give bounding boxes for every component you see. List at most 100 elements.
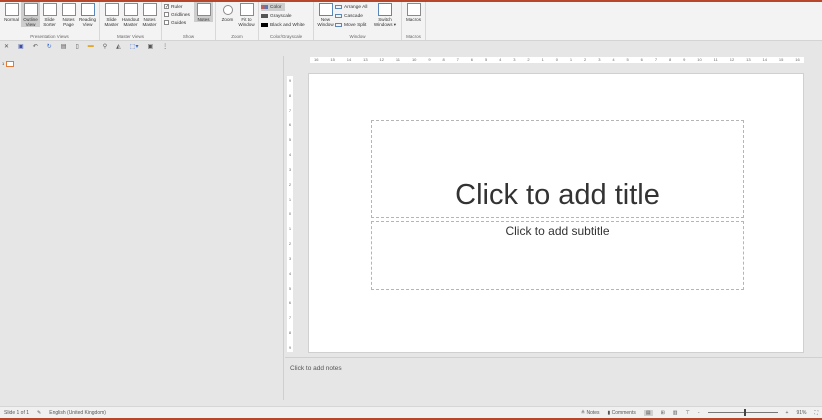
ruler-tick-label: 2	[288, 241, 292, 247]
group-label: Zoom	[231, 34, 243, 39]
ruler-checkbox[interactable]: ✓ Ruler	[164, 4, 194, 10]
label: Move Split	[344, 22, 367, 28]
undo-icon[interactable]: ↶	[33, 43, 38, 50]
ruler-tick-label: 4	[288, 270, 292, 276]
label: Comments	[611, 409, 636, 416]
ruler-tick-label: 13	[363, 57, 368, 62]
ruler-tick-label: 8	[288, 92, 292, 98]
quick-access-toolbar: ✕ ▣ ↶ ↻ ▤ ▯ ▬ ⚲ ◭ ⬚▾ ▣ ⋮	[4, 43, 168, 50]
color-button[interactable]: Color	[261, 3, 285, 11]
group-window: New Window Arrange All Cascade Move Spli…	[314, 2, 402, 40]
fit-to-window-button[interactable]: Fit to Window	[237, 2, 256, 27]
spellcheck-icon[interactable]: ✎	[37, 410, 41, 416]
ruler-tick-label: 4	[612, 57, 615, 62]
notes-page-icon	[61, 3, 76, 16]
notes-page-button[interactable]: Notes Page	[59, 2, 78, 27]
open-icon[interactable]: ▬	[88, 43, 94, 50]
present-icon[interactable]: ▤	[61, 43, 67, 50]
notes-master-icon	[142, 3, 157, 16]
zoom-level[interactable]: 91%	[796, 410, 806, 416]
switch-windows-button[interactable]: Switch Windows ▾	[371, 2, 399, 27]
group-show: ✓ Ruler Gridlines Guides Notes Show	[162, 2, 216, 40]
ruler-tick-label: 15	[330, 57, 335, 62]
comments-button[interactable]: ▮ Comments	[608, 410, 636, 416]
new-window-icon	[318, 3, 333, 16]
notes-icon	[196, 3, 211, 16]
grayscale-button[interactable]: Grayscale	[261, 12, 311, 20]
color-icon	[261, 5, 268, 9]
slide-counter: Slide 1 of 1	[4, 409, 30, 416]
redo-icon[interactable]: ↻	[47, 43, 52, 50]
black-white-button[interactable]: Black and White	[261, 21, 311, 29]
horizontal-ruler: 16 15 14 13 12 11 10 9 8 7 6 5 4 3 2 1 0 1 2 3 4 5 6 7 8 9 10 11 12 1…	[310, 57, 804, 63]
label: Notes	[197, 17, 210, 22]
notes-pane[interactable]: Click to add notes	[285, 357, 822, 400]
reading-view-button[interactable]: Reading View	[78, 2, 97, 27]
slide-sorter-button[interactable]: Slide Sorter	[40, 2, 59, 27]
notes-toggle-button[interactable]: Notes	[194, 2, 213, 23]
notes-master-button[interactable]: Notes Master	[140, 2, 159, 27]
label: Ruler	[171, 4, 183, 10]
ruler-tick-label: 12	[729, 57, 735, 62]
language-indicator[interactable]: English (United Kingdom)	[49, 410, 106, 416]
normal-view-button[interactable]: Normal	[2, 2, 21, 22]
link-icon[interactable]: ⚲	[103, 43, 107, 50]
label: Cascade	[344, 13, 363, 19]
slideshow-status-icon[interactable]: ⊤	[686, 410, 690, 416]
cascade-button[interactable]: Cascade	[335, 12, 371, 20]
label: Arrange All	[344, 4, 368, 10]
ruler-tick-label: 3	[513, 57, 516, 62]
gridlines-checkbox[interactable]: Gridlines	[164, 11, 194, 18]
label: New Window	[317, 17, 334, 28]
ruler-tick-label: 14	[762, 57, 767, 62]
group-label: Show	[182, 34, 195, 39]
black-white-icon	[261, 23, 268, 27]
new-window-button[interactable]: New Window	[316, 2, 335, 27]
normal-view-status-icon[interactable]: ▤	[643, 409, 653, 416]
ruler-tick-label: 5	[626, 57, 629, 62]
handout-master-button[interactable]: Handout Master	[121, 2, 140, 27]
ruler-tick-label: 11	[713, 57, 718, 62]
label: Zoom	[221, 17, 234, 22]
group-color-grayscale: Color Grayscale Black and White Color/Gr…	[259, 2, 314, 40]
zoom-slider-thumb[interactable]	[743, 409, 746, 416]
move-split-button[interactable]: Move Split	[335, 21, 371, 29]
new-icon[interactable]: ▯	[75, 43, 78, 50]
macros-button[interactable]: Macros	[404, 2, 423, 22]
zoom-in-button[interactable]: +	[786, 410, 789, 416]
fit-slide-icon[interactable]: ⛶	[814, 410, 818, 416]
zoom-out-button[interactable]: -	[698, 410, 700, 416]
label: Outline View	[23, 17, 38, 28]
subtitle-placeholder[interactable]: Click to add subtitle	[371, 221, 744, 290]
ruler-tick-label: 3	[288, 166, 292, 172]
switch-windows-icon	[378, 3, 392, 16]
screenshot-icon[interactable]: ⬚▾	[130, 43, 139, 50]
label: Notes	[586, 409, 600, 416]
ruler-tick-label: 1	[288, 196, 292, 202]
reading-view-status-icon[interactable]: ▥	[673, 410, 678, 416]
close-icon[interactable]: ✕	[4, 43, 9, 50]
more-icon[interactable]: ⋮	[162, 43, 168, 50]
outline-view-button[interactable]: Outline View	[21, 2, 40, 28]
outline-view-icon	[23, 3, 38, 16]
status-bar: Slide 1 of 1 ✎ English (United Kingdom) …	[0, 406, 822, 418]
save-icon[interactable]: ▣	[18, 43, 24, 50]
zoom-slider[interactable]	[707, 409, 778, 416]
ruler-tick-label: 7	[288, 107, 292, 113]
notes-button[interactable]: ≜ Notes	[581, 410, 600, 416]
label: Slide Master	[104, 17, 119, 28]
slide-thumbnail[interactable]	[6, 61, 14, 67]
guides-checkbox[interactable]: Guides	[164, 19, 194, 25]
ruler-tick-label: 8	[442, 57, 445, 62]
shapes-icon[interactable]: ◭	[116, 43, 121, 50]
normal-view-icon	[4, 3, 19, 16]
title-placeholder[interactable]: Click to add title	[371, 120, 744, 218]
zoom-button[interactable]: Zoom	[218, 2, 237, 22]
ruler-tick-label: 5	[484, 57, 488, 62]
ruler-tick-label: 0	[288, 211, 292, 217]
arrange-all-button[interactable]: Arrange All	[335, 3, 371, 11]
label: Macros	[405, 17, 422, 22]
slide-master-button[interactable]: Slide Master	[102, 2, 121, 27]
layout-icon[interactable]: ▣	[147, 43, 153, 50]
slide-sorter-status-icon[interactable]: ⊞	[661, 410, 665, 416]
